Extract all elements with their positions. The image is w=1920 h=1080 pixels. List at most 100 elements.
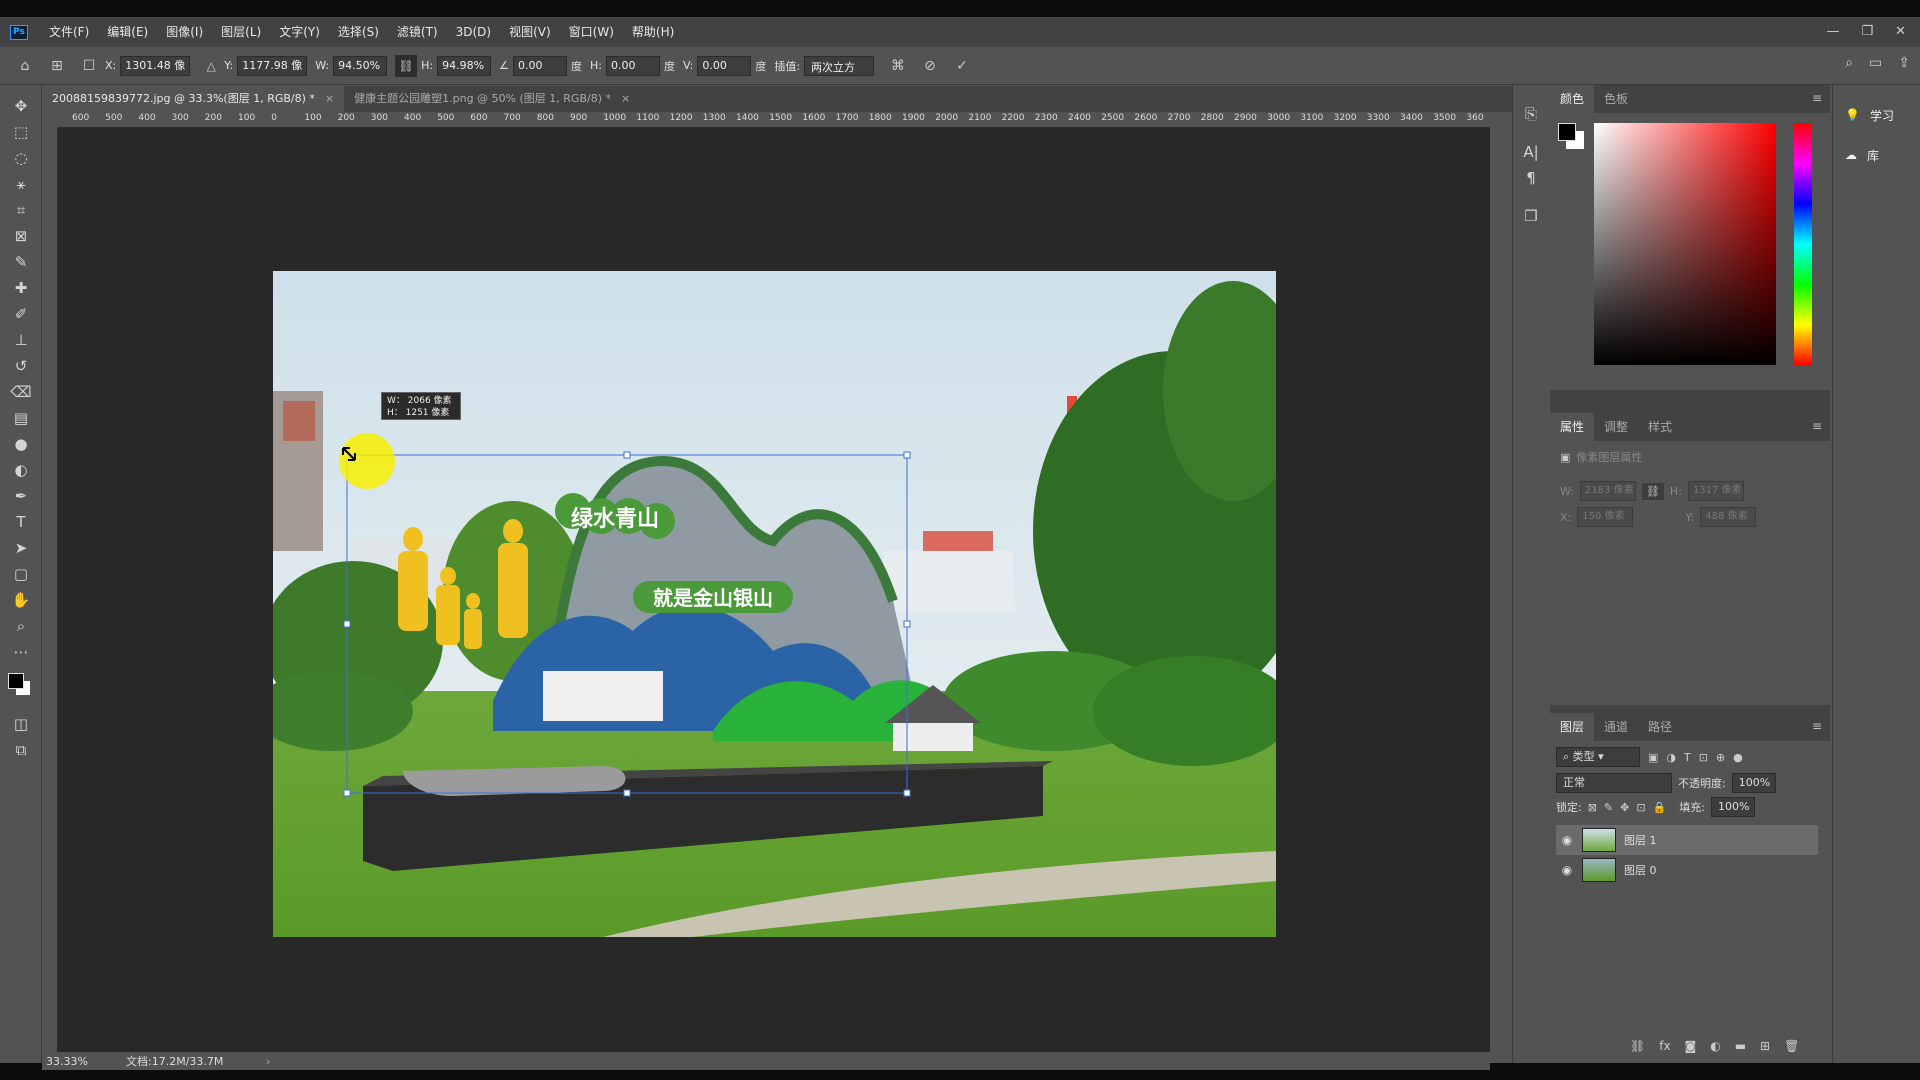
add-mask-icon[interactable]: ◙: [1685, 1039, 1697, 1053]
workspace-icon[interactable]: ▭: [1869, 55, 1882, 71]
search-icon[interactable]: ⌕: [1845, 55, 1853, 71]
history-panel-icon[interactable]: ⎘: [1513, 101, 1549, 127]
menu-image[interactable]: 图像(I): [157, 17, 212, 47]
lasso-tool-icon[interactable]: ◌: [0, 145, 42, 171]
link-layers-icon[interactable]: ⛓: [1630, 1039, 1645, 1053]
link-icon[interactable]: ⛓: [1641, 482, 1664, 500]
tab-channels[interactable]: 通道: [1594, 713, 1638, 741]
tab-swatches[interactable]: 色板: [1594, 85, 1638, 113]
healing-tool-icon[interactable]: ✚: [0, 275, 42, 301]
tab-close-icon[interactable]: ×: [621, 92, 630, 105]
menu-select[interactable]: 选择(S): [329, 17, 388, 47]
visibility-eye-icon[interactable]: ◉: [1556, 833, 1578, 847]
gradient-tool-icon[interactable]: ▤: [0, 405, 42, 431]
path-selection-tool-icon[interactable]: ➤: [0, 535, 42, 561]
menu-type[interactable]: 文字(Y): [270, 17, 329, 47]
delta-icon[interactable]: △: [200, 55, 222, 77]
menu-file[interactable]: 文件(F): [40, 17, 98, 47]
minimize-button[interactable]: —: [1826, 17, 1839, 47]
new-group-icon[interactable]: ▬: [1735, 1039, 1746, 1053]
type-tool-icon[interactable]: T: [0, 509, 42, 535]
visibility-eye-icon[interactable]: ◉: [1556, 863, 1578, 877]
home-icon[interactable]: ⌂: [14, 55, 36, 77]
cancel-transform-icon[interactable]: ⊘: [919, 55, 941, 77]
menu-view[interactable]: 视图(V): [500, 17, 560, 47]
document-tab[interactable]: 健康主题公园雕塑1.png @ 50% (图层 1, RGB/8) * ×: [344, 86, 640, 112]
panel-menu-icon[interactable]: ≡: [1812, 719, 1822, 733]
close-button[interactable]: ✕: [1895, 17, 1906, 47]
status-arrow-icon[interactable]: ›: [266, 1055, 270, 1068]
horizontal-ruler[interactable]: 600 500 400 300 200 100 0 100 200 300 400 500 600 700…: [58, 112, 1490, 128]
menu-window[interactable]: 窗口(W): [560, 17, 623, 47]
vskew-input[interactable]: 0.00: [697, 55, 752, 76]
opacity-input[interactable]: 100%: [1731, 773, 1776, 793]
tab-adjustments[interactable]: 调整: [1594, 413, 1638, 441]
new-layer-icon[interactable]: ⊞: [1760, 1039, 1770, 1053]
layer-row[interactable]: ◉ 图层 0: [1556, 855, 1818, 885]
delete-layer-icon[interactable]: 🗑: [1784, 1039, 1799, 1053]
blend-mode-select[interactable]: 正常: [1556, 773, 1672, 793]
eyedropper-tool-icon[interactable]: ✎: [0, 249, 42, 275]
tab-color[interactable]: 颜色: [1550, 85, 1595, 113]
tab-layers[interactable]: 图层: [1550, 713, 1595, 741]
fx-icon[interactable]: fx: [1659, 1039, 1670, 1053]
tab-paths[interactable]: 路径: [1638, 713, 1682, 741]
zoom-level[interactable]: 33.33%: [42, 1055, 126, 1068]
menu-layer[interactable]: 图层(L): [212, 17, 270, 47]
shape-tool-icon[interactable]: ▢: [0, 561, 42, 587]
learn-panel-item[interactable]: 💡 学习: [1833, 95, 1920, 135]
color-field[interactable]: [1594, 123, 1776, 365]
fill-input[interactable]: 100%: [1711, 797, 1756, 817]
document-image[interactable]: 绿水青山 就是金山银山: [273, 271, 1276, 937]
screen-mode-icon[interactable]: ⧉: [0, 737, 42, 763]
menu-help[interactable]: 帮助(H): [623, 17, 683, 47]
adjustment-layer-icon[interactable]: ◐: [1710, 1039, 1720, 1053]
prop-h-input[interactable]: 1317 像素: [1687, 481, 1744, 501]
dodge-tool-icon[interactable]: ◐: [0, 457, 42, 483]
panel-menu-icon[interactable]: ≡: [1812, 91, 1822, 105]
interpolation-select[interactable]: 两次立方: [804, 55, 875, 76]
tab-styles[interactable]: 样式: [1638, 413, 1682, 441]
warp-icon[interactable]: ⌘: [887, 55, 909, 77]
library-panel-item[interactable]: ☁ 库: [1833, 135, 1920, 175]
quick-mask-icon[interactable]: ◫: [0, 711, 42, 737]
eraser-tool-icon[interactable]: ⌫: [0, 379, 42, 405]
hand-tool-icon[interactable]: ✋: [0, 587, 42, 613]
width-input[interactable]: 94.50%: [333, 55, 388, 76]
restore-button[interactable]: ❐: [1861, 17, 1873, 47]
commit-transform-icon[interactable]: ✓: [951, 55, 973, 77]
layer-comps-icon[interactable]: ❒: [1513, 203, 1549, 229]
tab-properties[interactable]: 属性: [1550, 413, 1595, 441]
layer-row[interactable]: ◉ 图层 1: [1556, 825, 1818, 855]
share-icon[interactable]: ⇪: [1898, 55, 1910, 71]
foreground-color-swatch[interactable]: [1558, 123, 1576, 141]
menu-filter[interactable]: 滤镜(T): [388, 17, 447, 47]
height-input[interactable]: 94.98%: [437, 55, 492, 76]
panel-menu-icon[interactable]: ≡: [1812, 419, 1822, 433]
paragraph-panel-icon[interactable]: ¶: [1513, 165, 1549, 191]
magic-wand-tool-icon[interactable]: ⚹: [0, 171, 42, 197]
foreground-color-swatch[interactable]: [8, 673, 24, 689]
lock-icons[interactable]: ⊠✎✥⊡🔒: [1588, 801, 1674, 814]
clone-stamp-tool-icon[interactable]: ⊥: [0, 327, 42, 353]
y-input[interactable]: 1177.98 像: [237, 55, 308, 76]
blur-tool-icon[interactable]: ●: [0, 431, 42, 457]
vertical-ruler[interactable]: [42, 128, 58, 1052]
more-tools-icon[interactable]: ⋯: [0, 639, 42, 665]
pen-tool-icon[interactable]: ✒: [0, 483, 42, 509]
filter-icons[interactable]: ▣◑T⊡⊕●: [1648, 751, 1751, 764]
brush-tool-icon[interactable]: ✐: [0, 301, 42, 327]
reference-checkbox[interactable]: ☐: [78, 55, 100, 77]
move-tool-icon[interactable]: ✥: [0, 93, 42, 119]
x-input[interactable]: 1301.48 像: [120, 55, 191, 76]
reference-point-icon[interactable]: ⊞: [46, 55, 68, 77]
character-panel-icon[interactable]: A|: [1513, 139, 1549, 165]
frame-tool-icon[interactable]: ⊠: [0, 223, 42, 249]
marquee-tool-icon[interactable]: ⬚: [0, 119, 42, 145]
crop-tool-icon[interactable]: ⌗: [0, 197, 42, 223]
hskew-input[interactable]: 0.00: [605, 55, 660, 76]
document-tab-active[interactable]: 20088159839772.jpg @ 33.3%(图层 1, RGB/8) …: [42, 86, 345, 112]
menu-edit[interactable]: 编辑(E): [98, 17, 157, 47]
layer-filter-select[interactable]: ⌕ 类型 ▾: [1556, 747, 1640, 767]
angle-input[interactable]: 0.00: [513, 55, 567, 76]
